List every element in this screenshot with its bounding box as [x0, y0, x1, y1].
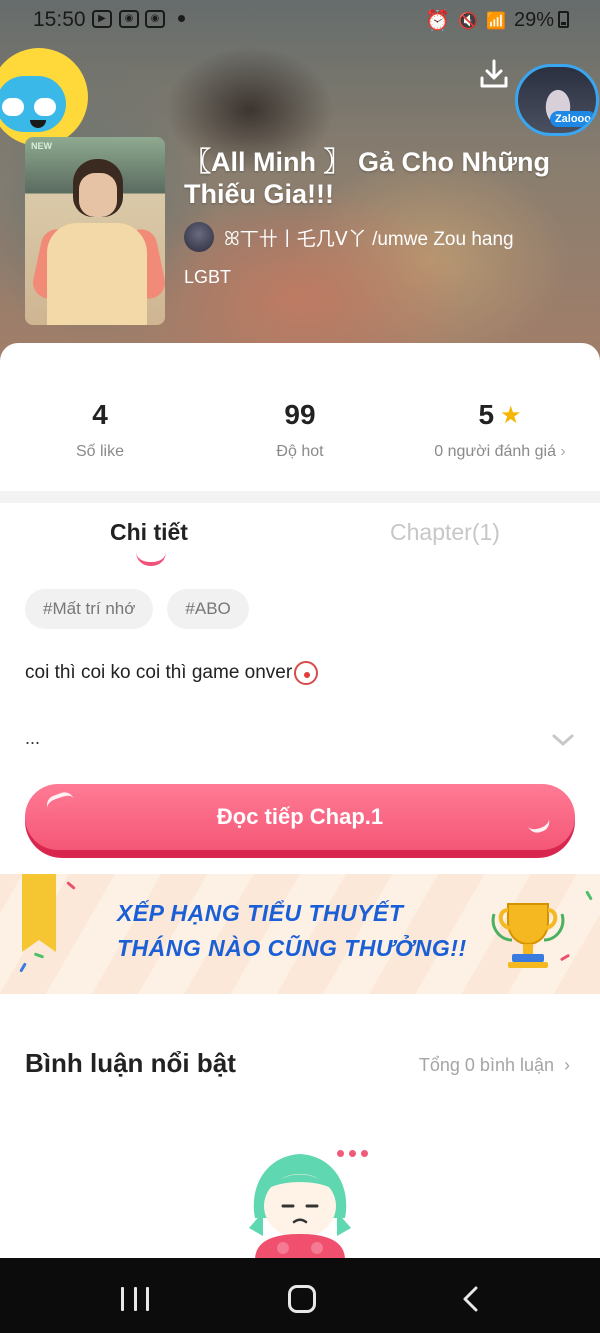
status-time: 15:50: [33, 8, 86, 31]
tag-chip[interactable]: #Mất trí nhớ: [25, 589, 154, 629]
cover-figure: [47, 223, 147, 325]
mute-icon: 🔇: [458, 12, 479, 30]
continue-reading-button[interactable]: Đọc tiếp Chap.1: [25, 784, 575, 858]
hot-label: Độ hot: [276, 443, 324, 460]
rating-value: 5: [478, 399, 495, 430]
author-avatar[interactable]: [184, 222, 214, 252]
cover-figure: [79, 173, 117, 217]
section-divider: [0, 491, 600, 503]
battery-icon: [558, 11, 569, 28]
author-row[interactable]: ꕤ丅卄丨乇几ᐯ丫 /umwe Zou hang: [184, 222, 514, 252]
tag-list: #Mất trí nhớ #ABO: [25, 589, 249, 629]
trophy-icon: [491, 903, 565, 968]
wifi-icon: 📶: [486, 12, 506, 30]
status-bar: 15:50 ▶ ◉ ◉ ⏰ 🔇 📶 29%: [0, 0, 600, 36]
tag-chip[interactable]: #ABO: [167, 589, 249, 629]
hot-value: 99: [284, 399, 316, 430]
banner-headline: XẾP HẠNG TIỂU THUYẾT: [117, 900, 404, 926]
status-right-group: ⏰ 🔇 📶 29%: [425, 8, 554, 33]
home-button-icon[interactable]: [288, 1285, 316, 1313]
comments-section-title: Bình luận nổi bật: [25, 1048, 236, 1078]
zalo-badge: Zalooo: [549, 111, 596, 127]
chevron-right-icon: ›: [560, 443, 566, 460]
app-icon: ◉: [119, 10, 139, 28]
alarm-icon: ⏰: [425, 10, 451, 32]
comments-total-link[interactable]: Tổng 0 bình luận ›: [419, 1055, 570, 1076]
likes-label: Số like: [75, 443, 125, 460]
stat-rating[interactable]: 5 ★ 0 người đánh giá ›: [400, 399, 600, 461]
app-icon: ◉: [145, 10, 165, 28]
continue-reading-face: Đọc tiếp Chap.1: [25, 784, 575, 850]
confetti: [19, 962, 27, 973]
empty-comments-mascot-icon: [249, 1154, 351, 1260]
confetti: [585, 890, 593, 901]
rating-label[interactable]: 0 người đánh giá ›: [400, 443, 600, 461]
stat-hot: 99 Độ hot: [200, 399, 400, 461]
confetti: [33, 952, 45, 959]
likes-value: 4: [92, 399, 108, 430]
battery-percent: 29%: [513, 9, 554, 31]
active-tab-indicator: [136, 552, 166, 566]
recents-button-icon[interactable]: [121, 1287, 149, 1311]
notification-dot-icon: [178, 15, 185, 22]
author-avatar-top[interactable]: Zalooo: [515, 64, 599, 136]
star-icon: ★: [500, 401, 522, 429]
chevron-down-icon[interactable]: [552, 733, 574, 747]
rating-count-text: 0 người đánh giá: [434, 443, 556, 460]
story-cover-image: NEW: [25, 137, 165, 325]
bookmark-ribbon-icon: [22, 874, 56, 952]
tab-detail[interactable]: Chi tiết: [110, 519, 188, 546]
story-description: coi thì coi ko coi thì game onver: [25, 661, 319, 685]
description-ellipsis: ...: [25, 728, 41, 748]
banner-subline: THÁNG NÀO CŨNG THƯỞNG!!: [117, 935, 467, 961]
youtube-icon: ▶: [92, 10, 112, 28]
tab-chapter[interactable]: Chapter(1): [390, 519, 500, 546]
story-title: 〖All Minh 〗 Gả Cho Những Thiếu Gia!!!: [184, 147, 551, 209]
mascot-eye: [34, 98, 56, 116]
cover-new-badge: NEW: [31, 141, 52, 151]
download-icon[interactable]: [478, 58, 510, 90]
clown-emoji-icon: [294, 661, 319, 685]
back-button-icon[interactable]: [461, 1286, 479, 1312]
confetti: [66, 881, 76, 890]
description-text: coi thì coi ko coi thì game onver: [25, 662, 293, 683]
genre-label: LGBT: [184, 267, 232, 287]
chevron-right-icon: ›: [564, 1055, 570, 1075]
stat-likes: 4 Số like: [0, 399, 200, 461]
author-name[interactable]: ꕤ丅卄丨乇几ᐯ丫 /umwe Zou hang: [224, 224, 514, 251]
comments-total-text: Tổng 0 bình luận: [418, 1055, 554, 1075]
mascot-eye: [2, 98, 24, 116]
continue-reading-label: Đọc tiếp Chap.1: [216, 804, 384, 829]
stats-card: 4 Số like 99 Độ hot 5 ★ 0 người đánh giá…: [0, 343, 600, 493]
